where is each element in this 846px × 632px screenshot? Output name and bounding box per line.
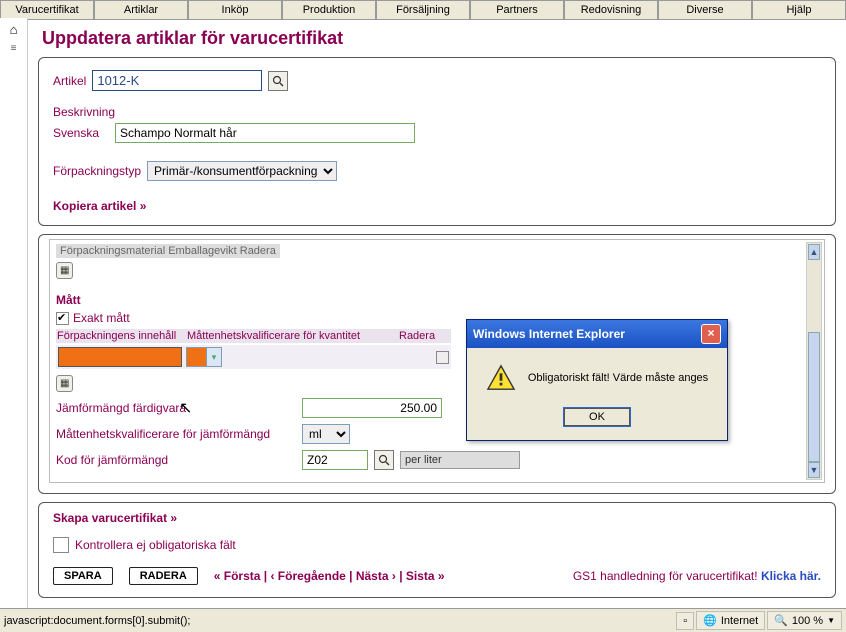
globe-icon: 🌐 — [703, 614, 717, 627]
warning-icon — [486, 364, 516, 392]
artikel-search-icon[interactable] — [268, 71, 288, 91]
left-sidebar: ⌂ ≡ — [0, 18, 28, 608]
form-panel: Artikel Beskrivning Svenska Förpacknings… — [38, 57, 836, 226]
forpackningstyp-select[interactable]: Primär-/konsumentförpackning — [147, 161, 337, 181]
jamformangd-input[interactable] — [302, 398, 442, 418]
svenska-label: Svenska — [53, 126, 109, 140]
col-radera: Radera — [399, 330, 435, 342]
menu-inkop[interactable]: Inköp — [188, 0, 282, 19]
status-cell-1: ▫ — [676, 612, 694, 630]
menu-produktion[interactable]: Produktion — [282, 0, 376, 19]
dialog-titlebar[interactable]: Windows Internet Explorer × — [467, 320, 727, 348]
alert-dialog: Windows Internet Explorer × Obligatorisk… — [466, 319, 728, 441]
gs1-help-text: GS1 handledning för varucertifikat! Klic… — [573, 569, 821, 583]
menu-artiklar[interactable]: Artiklar — [94, 0, 188, 19]
status-zone-internet: 🌐 Internet — [696, 611, 765, 630]
top-menu: Varucertifikat Artiklar Inköp Produktion… — [0, 0, 846, 20]
column-headers: Förpackningens innehåll Måttenhetskvalif… — [56, 329, 451, 343]
bottom-panel: Skapa varucertifikat » Kontrollera ej ob… — [38, 502, 836, 598]
menu-hjalp[interactable]: Hjälp — [752, 0, 846, 19]
kod-label: Kod för jämförmängd — [56, 453, 296, 467]
kod-input[interactable] — [302, 450, 368, 470]
menu-redovisning[interactable]: Redovisning — [564, 0, 658, 19]
main-area: Uppdatera artiklar för varucertifikat Ar… — [28, 18, 846, 608]
radera-button[interactable]: RADERA — [129, 567, 198, 585]
menu-diverse[interactable]: Diverse — [658, 0, 752, 19]
radera-row-checkbox[interactable] — [436, 351, 449, 364]
gs1-klicka-link[interactable]: Klicka här. — [761, 569, 821, 583]
zoom-icon: 🔍 — [774, 614, 788, 627]
scroll-up-icon[interactable]: ▲ — [808, 244, 820, 260]
artikel-label: Artikel — [53, 74, 86, 88]
dialog-title: Windows Internet Explorer — [473, 327, 625, 341]
kontrollera-checkbox[interactable] — [53, 537, 69, 553]
svenska-input[interactable] — [115, 123, 415, 143]
menu-varucertifikat[interactable]: Varucertifikat — [0, 0, 94, 19]
menu-partners[interactable]: Partners — [470, 0, 564, 19]
scroll-down-icon[interactable]: ▼ — [808, 462, 820, 478]
pager-links[interactable]: « Första | ‹ Föregående | Nästa › | Sist… — [214, 569, 445, 583]
exakt-matt-label: Exakt mått — [73, 311, 130, 325]
col-forpackning: Förpackningens innehåll — [57, 330, 185, 342]
spara-button[interactable]: SPARA — [53, 567, 113, 585]
forpackning-input-highlight[interactable] — [58, 347, 182, 367]
panel-scrollbar[interactable]: ▲ ▼ — [806, 242, 822, 480]
col-kvalificerare: Måttenhetskvalificerare för kvantitet — [187, 330, 397, 342]
dialog-message: Obligatoriskt fält! Värde måste anges — [528, 372, 708, 384]
skapa-varucertifikat-link[interactable]: Skapa varucertifikat » — [53, 511, 177, 525]
kod-search-icon[interactable] — [374, 450, 394, 470]
greyed-columns-header: Förpackningsmaterial Emballagevikt Rader… — [56, 244, 280, 258]
status-left-text: javascript:document.forms[0].submit(); — [4, 615, 190, 627]
menu-forsaljning[interactable]: Försäljning — [376, 0, 470, 19]
kopiera-artikel-link[interactable]: Kopiera artikel » — [53, 199, 146, 213]
matt-header: Mått — [56, 293, 81, 307]
beskrivning-label: Beskrivning — [53, 105, 115, 119]
add-row-button-1[interactable]: ▦ — [56, 262, 73, 279]
kvalificerare-jfm-label: Måttenhetskvalificerare för jämförmängd — [56, 427, 296, 441]
dialog-close-icon[interactable]: × — [701, 324, 721, 344]
jamformangd-label: Jämförmängd färdigvara — [56, 401, 296, 415]
forpackningstyp-label: Förpackningstyp — [53, 164, 141, 178]
exakt-matt-checkbox[interactable] — [56, 312, 69, 325]
status-zoom[interactable]: 🔍 100 % ▼ — [767, 611, 842, 630]
menu-lines-icon[interactable]: ≡ — [0, 43, 27, 54]
page-title: Uppdatera artiklar för varucertifikat — [38, 24, 836, 57]
add-row-button-2[interactable]: ▦ — [56, 375, 73, 392]
kvalificerare-jfm-select[interactable]: ml — [302, 424, 350, 444]
scroll-thumb[interactable] — [808, 332, 820, 462]
page-icon: ▫ — [683, 615, 687, 627]
kvalificerare-dropdown-highlight[interactable]: ▾ — [186, 347, 222, 367]
kod-readonly-text: per liter — [400, 451, 520, 469]
status-bar: javascript:document.forms[0].submit(); ▫… — [0, 608, 846, 632]
kontrollera-label: Kontrollera ej obligatoriska fält — [75, 538, 236, 552]
home-icon[interactable]: ⌂ — [0, 22, 27, 37]
dialog-ok-button[interactable]: OK — [564, 408, 630, 426]
artikel-input[interactable] — [92, 70, 262, 91]
